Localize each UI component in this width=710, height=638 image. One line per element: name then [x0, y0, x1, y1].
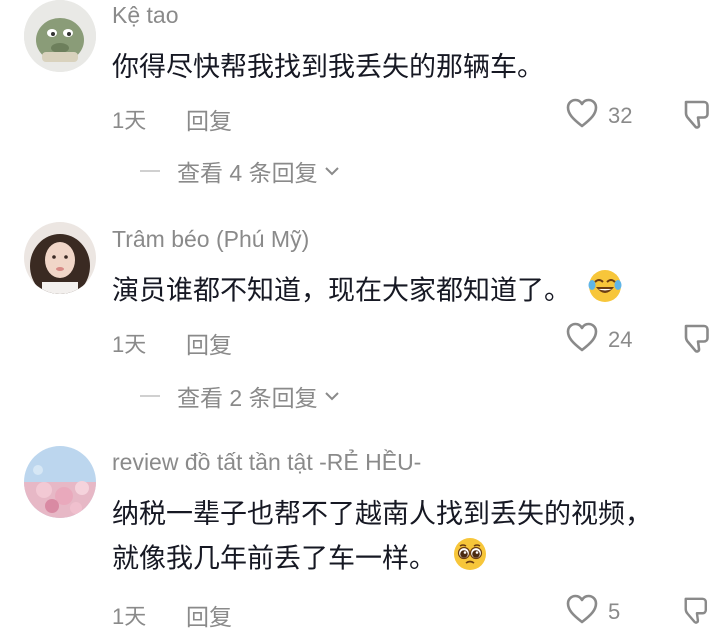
comment-line: 就像我几年前丢了车一样。: [112, 543, 436, 574]
divider: [140, 170, 160, 172]
like-count: 32: [608, 103, 633, 128]
comment-username[interactable]: Trâm béo (Phú Mỹ): [112, 226, 309, 253]
like-button[interactable]: [565, 97, 599, 134]
view-replies-button[interactable]: 查看 4 条回复: [140, 156, 340, 186]
like-button[interactable]: [565, 321, 599, 358]
laughing-tears-emoji: [587, 268, 623, 317]
comment-time: 1天: [112, 108, 147, 133]
comment-text: 你得尽快帮我找到我丢失的那辆车。: [112, 45, 544, 89]
comment-time: 1天: [112, 604, 147, 629]
comment-line: 你得尽快帮我找到我丢失的那辆车。: [112, 52, 544, 82]
avatar[interactable]: [24, 446, 96, 518]
thumbs-down-icon: [684, 324, 709, 353]
avatar[interactable]: [24, 0, 96, 72]
dislike-button[interactable]: [682, 322, 710, 359]
like-button[interactable]: [565, 593, 599, 630]
thumbs-down-icon: [684, 597, 708, 624]
dislike-button[interactable]: [682, 98, 710, 135]
view-replies-button[interactable]: 查看 2 条回复: [140, 381, 340, 411]
chevron-down-icon: [324, 167, 339, 176]
divider: [140, 395, 160, 397]
comment-username[interactable]: Kệ tao: [112, 2, 179, 29]
heart-outline-icon: [566, 594, 598, 624]
reply-button[interactable]: 回复: [186, 598, 232, 632]
heart-outline-icon: [566, 322, 598, 352]
comment-time: 1天: [112, 332, 147, 357]
like-count: 24: [608, 327, 633, 352]
avatar[interactable]: [24, 222, 96, 294]
pleading-face-emoji: [452, 536, 488, 585]
comment-text: 演员谁都不知道，现在大家都知道了。: [112, 268, 623, 317]
thumbs-down-icon: [684, 100, 709, 129]
view-replies-label: 查看 2 条回复: [177, 385, 318, 411]
comment-username[interactable]: review đồ tất tần tật -RẺ HỀU-: [112, 449, 421, 476]
like-count: 5: [608, 599, 621, 624]
comment-line-2: 就像我几年前丢了车一样。: [112, 536, 652, 585]
dislike-button[interactable]: [682, 594, 710, 631]
view-replies-label: 查看 4 条回复: [177, 160, 318, 186]
chevron-down-icon: [324, 392, 339, 401]
reply-button[interactable]: 回复: [186, 326, 232, 360]
reply-button[interactable]: 回复: [186, 102, 232, 136]
comment-line: 纳税一辈子也帮不了越南人找到丢失的视频，: [112, 499, 652, 529]
comment-line: 演员谁都不知道，现在大家都知道了。: [112, 275, 571, 306]
heart-outline-icon: [566, 98, 598, 128]
comment-text: 纳税一辈子也帮不了越南人找到丢失的视频， 就像我几年前丢了车一样。: [112, 492, 652, 585]
